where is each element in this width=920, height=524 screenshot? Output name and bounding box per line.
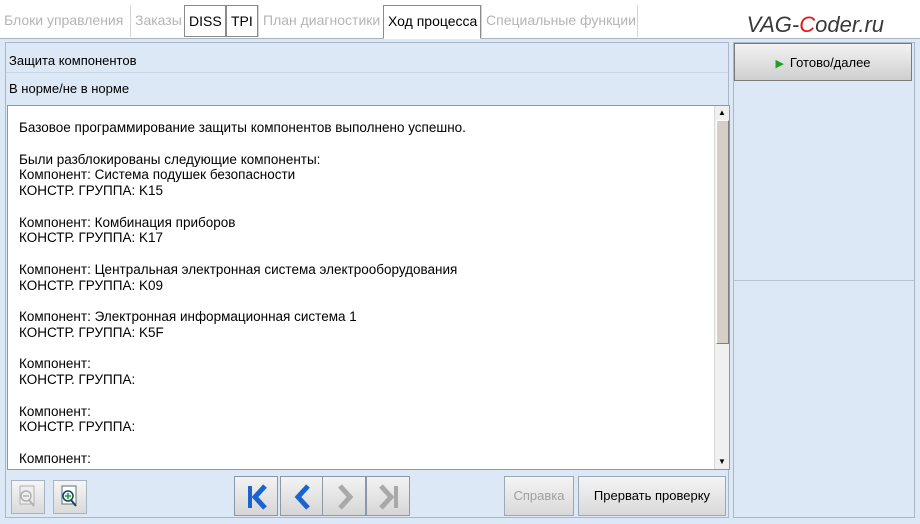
- first-page-button[interactable]: [234, 476, 278, 516]
- first-page-icon: [248, 484, 267, 510]
- zoom-out-button[interactable]: [11, 480, 45, 514]
- section-title: Защита компонентов: [9, 53, 137, 68]
- scroll-thumb[interactable]: [716, 120, 729, 344]
- back-button[interactable]: [280, 476, 324, 516]
- forward-button[interactable]: [322, 476, 366, 516]
- scroll-down-icon[interactable]: ▼: [716, 456, 728, 468]
- play-icon: ▶: [775, 58, 784, 70]
- tab-tpi[interactable]: TPI: [226, 5, 258, 37]
- tab-control-units[interactable]: Блоки управления: [0, 5, 130, 37]
- zoom-out-icon: [19, 485, 35, 507]
- result-text-area[interactable]: Базовое программирование защиты компонен…: [7, 105, 730, 470]
- tab-progress[interactable]: Ход процесса: [383, 5, 481, 39]
- tab-special-functions[interactable]: Специальные функции: [481, 5, 638, 37]
- tab-diagnostic-plan[interactable]: План диагностики: [258, 5, 383, 37]
- zoom-in-button[interactable]: [53, 480, 87, 514]
- forward-icon: [338, 484, 354, 510]
- help-button[interactable]: Справка: [504, 476, 574, 516]
- result-text: Базовое программирование защиты компонен…: [19, 120, 466, 469]
- last-page-icon: [379, 484, 398, 510]
- tab-orders[interactable]: Заказы: [130, 5, 184, 37]
- vertical-scrollbar[interactable]: ▲ ▼: [714, 106, 729, 469]
- watermark-logo: VAG-Coder.ru: [746, 12, 884, 37]
- tab-bar: Блоки управления Заказы DISS TPI План ди…: [0, 0, 920, 39]
- last-page-button[interactable]: [366, 476, 410, 516]
- zoom-in-icon: [61, 485, 77, 507]
- header-divider: [6, 72, 728, 73]
- ready-next-button[interactable]: ▶ Готово/далее: [734, 43, 912, 81]
- status-label: В норме/не в норме: [9, 81, 130, 96]
- abort-test-button[interactable]: Прервать проверку: [578, 476, 726, 516]
- ready-next-label: Готово/далее: [789, 55, 871, 70]
- back-icon: [294, 484, 310, 510]
- scroll-up-icon[interactable]: ▲: [716, 107, 728, 119]
- tab-diss[interactable]: DISS: [184, 5, 226, 37]
- side-panel-divider: [734, 280, 914, 281]
